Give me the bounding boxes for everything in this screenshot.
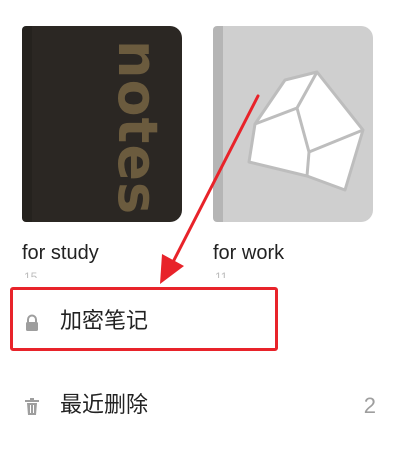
recently-deleted-item[interactable]: 最近删除 2: [0, 376, 400, 436]
recently-deleted-label: 最近删除: [60, 393, 149, 418]
geometric-shape-icon: [247, 70, 365, 192]
notebook-title-work: for work: [213, 242, 285, 264]
cover-notes-text: notes: [106, 40, 169, 216]
notebook-count-study: 15: [24, 270, 38, 278]
notebook-cover-work[interactable]: [213, 26, 373, 222]
annotation-highlight-box: [10, 287, 278, 351]
notebook-count-work: 11: [215, 270, 228, 278]
notebook-cover-study[interactable]: notes: [22, 26, 182, 222]
recently-deleted-count: 2: [363, 393, 376, 418]
notebook-title-study: for study: [22, 242, 99, 264]
notebook-spine: [22, 26, 32, 222]
trash-icon: [25, 398, 39, 415]
